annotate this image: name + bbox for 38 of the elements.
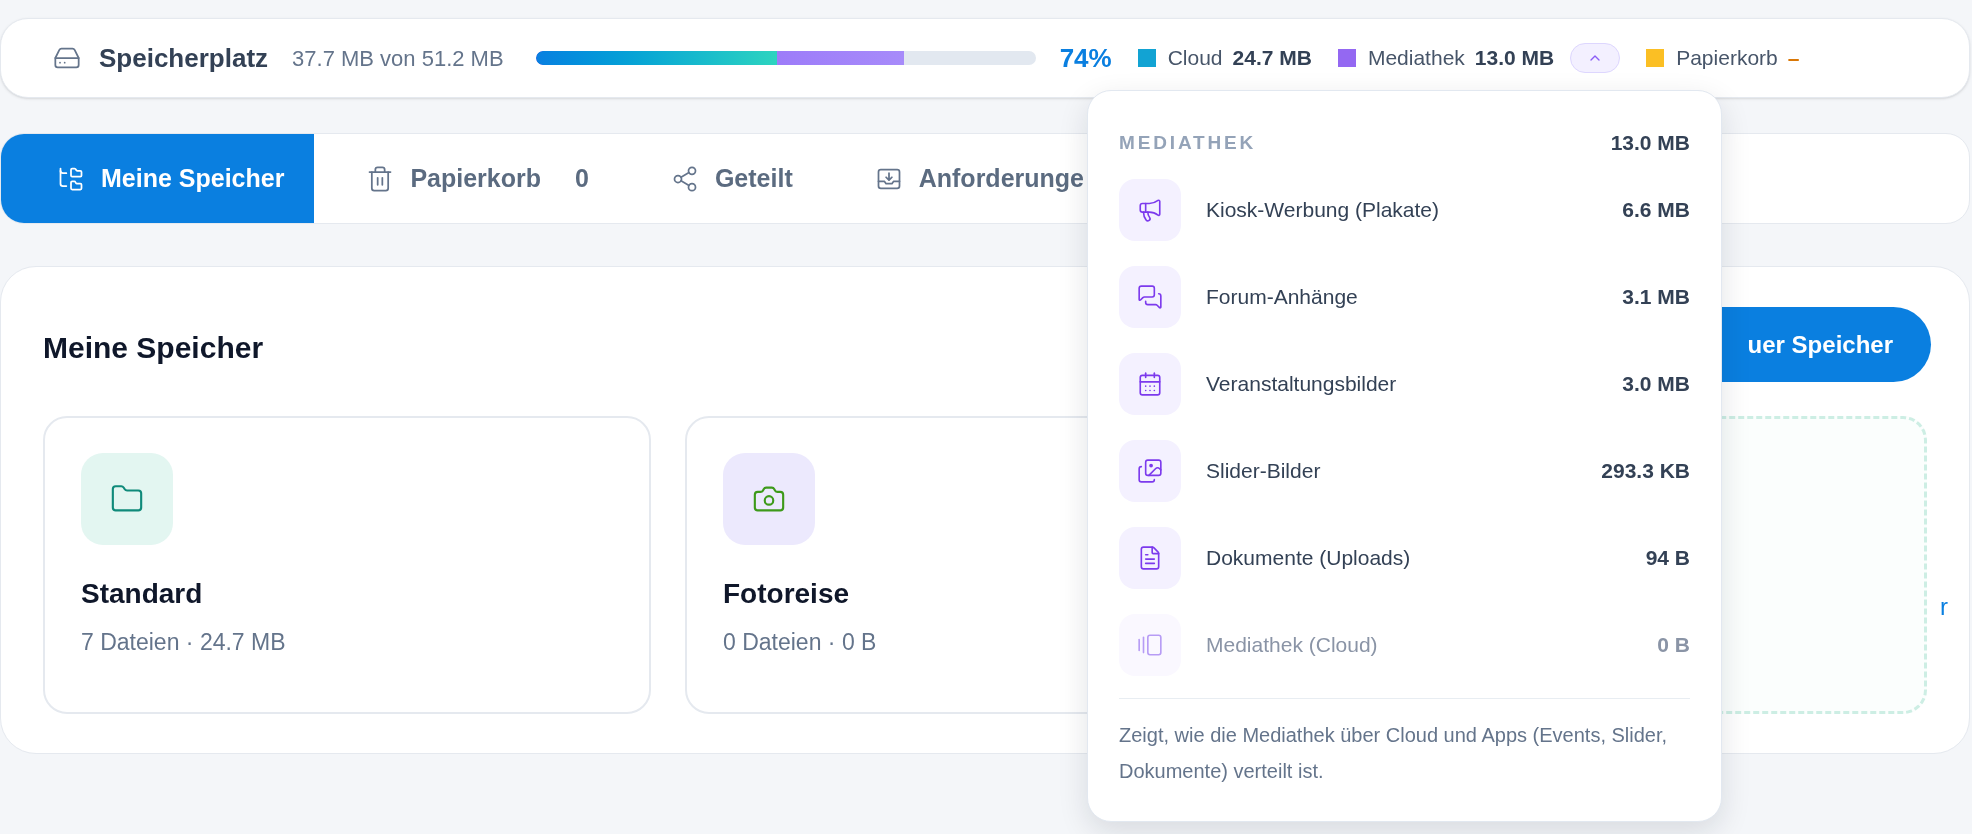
storage-title: Speicherplatz [99, 41, 269, 75]
card-title: Standard [81, 577, 203, 611]
breakdown-label: Veranstaltungsbilder [1206, 370, 1398, 397]
breakdown-total: 13.0 MB [1610, 130, 1690, 156]
legend-label: Papierkorb [1676, 45, 1778, 72]
tab[interactable]: Meine Speicher [1, 134, 315, 223]
tab-count: 0 [575, 162, 589, 194]
calendar-icon [1119, 352, 1181, 415]
chat-bubbles-icon [1119, 265, 1181, 328]
breakdown-note: Zeigt, wie die Mediathek über Cloud und Apps (Events, Slider, Dokumente) verteilt ist. [1119, 722, 1669, 784]
legend-label: Cloud [1167, 45, 1223, 72]
camera-icon [723, 453, 815, 545]
megaphone-icon [1119, 178, 1181, 241]
breakdown-value: 293.3 KB [1601, 457, 1690, 484]
folder-icon [81, 453, 173, 545]
images-icon [1119, 439, 1181, 502]
breakdown-value: 6.6 MB [1622, 196, 1690, 223]
legend-value: – [1787, 45, 1800, 72]
breakdown-title: MEDIATHEK [1119, 130, 1257, 155]
breakdown-label: Kiosk-Werbung (Plakate) [1206, 196, 1441, 223]
card-meta: 7 Dateien · 24.7 MB [81, 628, 286, 657]
breakdown-value: 94 B [1645, 544, 1690, 571]
document-icon [1119, 526, 1181, 589]
storage-card[interactable]: Standard 7 Dateien · 24.7 MB [43, 416, 651, 714]
card-meta: 0 Dateien · 0 B [723, 628, 877, 657]
expand-toggle[interactable] [1570, 43, 1621, 73]
legend-label: Mediathek [1367, 45, 1465, 72]
legend-value: 24.7 MB [1232, 45, 1312, 72]
legend-value: 13.0 MB [1474, 45, 1555, 72]
card-title: Fotoreise [723, 577, 850, 611]
breakdown-value: 3.1 MB [1622, 283, 1690, 310]
section-title: Meine Speicher [43, 330, 264, 366]
gallery-icon [1119, 613, 1181, 676]
usage-percent: 74% [1059, 41, 1112, 75]
add-storage-label: r [1940, 592, 1948, 622]
breakdown-label: Forum-Anhänge [1206, 283, 1359, 310]
storage-usage: 37.7 MB von 51.2 MB [292, 44, 504, 73]
breakdown-value: 0 B [1657, 631, 1690, 658]
